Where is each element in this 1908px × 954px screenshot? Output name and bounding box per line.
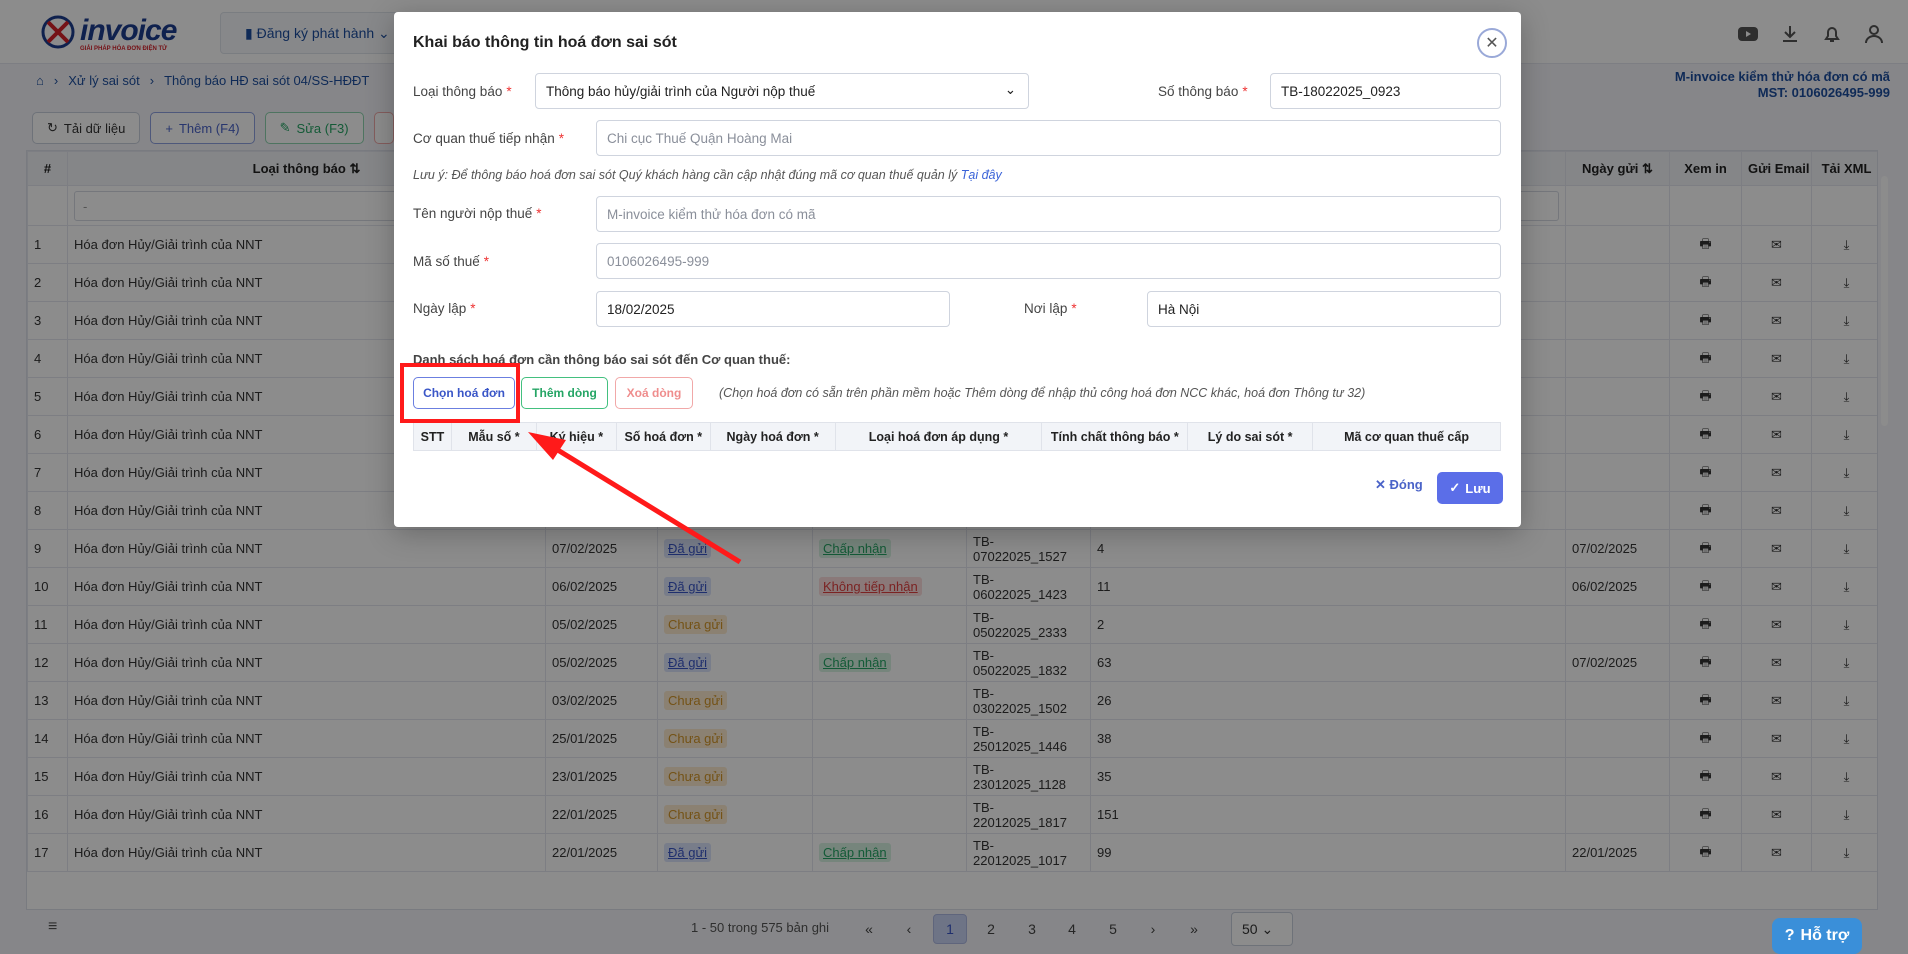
help-label: Hỗ trợ xyxy=(1800,927,1850,944)
annotation-arrow-icon xyxy=(528,432,742,565)
help-button[interactable]: ? Hỗ trợ xyxy=(1772,918,1862,954)
question-icon: ? xyxy=(1784,927,1795,944)
